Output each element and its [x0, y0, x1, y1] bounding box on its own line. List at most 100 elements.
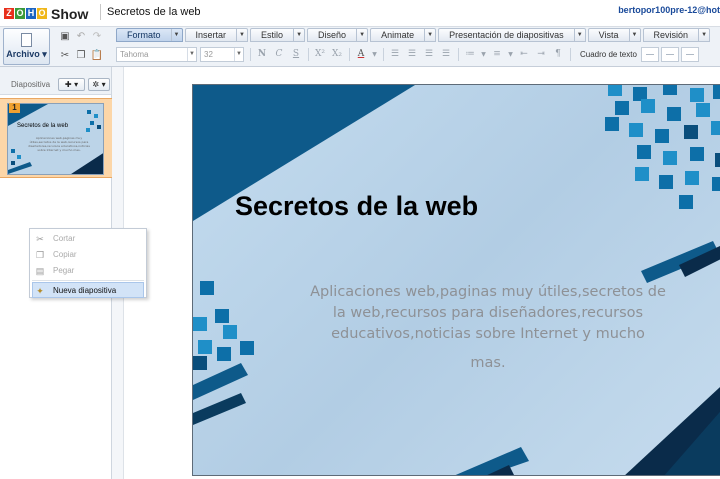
- slide-title[interactable]: Secretos de la web: [235, 191, 478, 222]
- tab-diseno[interactable]: Diseño ▼: [307, 28, 369, 42]
- logo-letter: H: [26, 8, 36, 19]
- redo-icon[interactable]: ↷: [90, 30, 104, 44]
- tab-label: Formato: [127, 30, 161, 40]
- logo-letter: Z: [4, 8, 14, 19]
- align-justify-icon[interactable]: ☰: [438, 47, 454, 62]
- divider: [250, 48, 251, 61]
- menu-item-nueva-diapositiva[interactable]: ✦ Nueva diapositiva: [32, 282, 144, 298]
- copy-icon[interactable]: ❐: [74, 49, 88, 63]
- slide-thumbnail-selected[interactable]: 1 Secretos de la web Aplicaciones web,pa…: [0, 98, 112, 178]
- font-size-select[interactable]: 32 ▼: [200, 47, 244, 62]
- divider: [570, 48, 571, 61]
- slide-canvas-area: Secretos de la web Aplicaciones web,pagi…: [125, 67, 720, 479]
- text-box-style-3[interactable]: [680, 47, 699, 62]
- divider: [458, 48, 459, 61]
- scissors-icon[interactable]: ✂: [58, 49, 72, 63]
- menu-item-copiar[interactable]: ❐ Copiar: [30, 247, 146, 263]
- slide-subtitle-line: educativos,noticias sobre Internet y muc…: [331, 326, 645, 342]
- save-icon[interactable]: ▣: [58, 30, 72, 44]
- indent-icon[interactable]: ⇥: [533, 47, 549, 62]
- copy-icon: ❐: [35, 250, 45, 260]
- format-bar: Tahoma ▼ 32 ▼ N C S X² X₂ A ▼ ☰ ☰ ☰ ☰ ≔ ▼ …: [116, 46, 701, 63]
- font-size-value: 32: [204, 50, 213, 59]
- scissors-icon: ✂: [36, 234, 44, 244]
- menu-item-label: Nueva diapositiva: [53, 286, 117, 295]
- text-box-style-2[interactable]: [660, 47, 679, 62]
- tab-label: Revisión: [653, 30, 689, 40]
- bold-button[interactable]: N: [254, 47, 270, 62]
- zoho-show-logo[interactable]: Z O H O Show: [4, 5, 88, 22]
- align-left-icon[interactable]: ☰: [387, 47, 403, 62]
- plus-icon: ✚: [64, 80, 72, 89]
- chevron-down-icon[interactable]: ▼: [170, 29, 182, 41]
- chevron-down-icon[interactable]: ▼: [293, 29, 304, 41]
- gear-icon: ✲: [92, 80, 100, 89]
- chevron-down-icon[interactable]: ▼: [573, 29, 585, 41]
- slide-number: 1: [9, 103, 20, 113]
- tab-vista[interactable]: Vista ▼: [587, 28, 641, 42]
- tab-label: Estilo: [261, 30, 284, 40]
- numbered-list-icon[interactable]: ≡: [489, 47, 505, 62]
- logo-letter: O: [37, 8, 47, 19]
- slide-thumbnail[interactable]: Secretos de la web Aplicaciones web,pagi…: [7, 103, 104, 175]
- paste-icon[interactable]: 📋: [90, 49, 104, 63]
- chevron-down-icon[interactable]: ▼: [698, 29, 709, 41]
- tab-revision[interactable]: Revisión ▼: [642, 28, 711, 42]
- app-header: Z O H O Show Secretos de la web bertopor…: [0, 0, 720, 27]
- document-icon: [21, 33, 32, 47]
- tab-label: Animate: [381, 30, 415, 40]
- slides-panel-label: Diapositiva: [11, 80, 51, 89]
- slide-subtitle[interactable]: Aplicaciones web,paginas muy útiles,secr…: [307, 282, 669, 374]
- tab-insertar[interactable]: Insertar ▼: [184, 28, 249, 42]
- superscript-button[interactable]: X²: [312, 47, 328, 62]
- menu-item-cortar[interactable]: ✂ Cortar: [30, 231, 146, 247]
- font-family-select[interactable]: Tahoma ▼: [116, 47, 197, 62]
- divider: [383, 48, 384, 61]
- align-center-icon[interactable]: ☰: [404, 47, 420, 62]
- menu-item-pegar[interactable]: ▤ Pegar: [30, 263, 146, 279]
- menu-item-label: Cortar: [53, 234, 76, 243]
- chevron-down-icon[interactable]: ▼: [506, 47, 515, 62]
- tab-presentacion[interactable]: Presentación de diapositivas ▼: [438, 28, 586, 42]
- menu-item-label: Copiar: [53, 250, 77, 259]
- tab-estilo[interactable]: Estilo ▼: [250, 28, 306, 42]
- menu-item-label: Pegar: [53, 266, 75, 275]
- main-toolbar: Archivo ▾ ▣ ↶ ↷ ✂ ❐ 📋 Formato ▼ Insertar ▼…: [0, 27, 720, 67]
- menu-divider: [32, 280, 144, 281]
- slide-settings-button[interactable]: ✲ ▾: [88, 78, 110, 91]
- bullet-list-icon[interactable]: ≔: [462, 47, 478, 62]
- archivo-menu-button[interactable]: Archivo ▾: [3, 28, 50, 65]
- chevron-down-icon: ▼: [187, 48, 196, 61]
- document-title[interactable]: Secretos de la web: [100, 4, 201, 20]
- undo-icon[interactable]: ↶: [74, 30, 88, 44]
- add-slide-button[interactable]: ✚ ▾: [58, 78, 85, 91]
- outdent-icon[interactable]: ⇤: [516, 47, 532, 62]
- tab-label: Diseño: [318, 30, 347, 40]
- product-name: Show: [51, 5, 89, 22]
- subscript-button[interactable]: X₂: [329, 47, 345, 62]
- slide-canvas[interactable]: Secretos de la web Aplicaciones web,pagi…: [192, 84, 720, 476]
- tab-label: Vista: [598, 30, 619, 40]
- chevron-down-icon[interactable]: ▼: [356, 29, 367, 41]
- new-slide-icon: ✦: [36, 286, 44, 296]
- align-right-icon[interactable]: ☰: [421, 47, 437, 62]
- tab-animate[interactable]: Animate ▼: [370, 28, 437, 42]
- font-color-button[interactable]: A: [353, 47, 369, 62]
- underline-button[interactable]: S: [288, 47, 304, 62]
- slides-panel-header: Diapositiva ✚ ▾ ✲ ▾: [0, 67, 111, 95]
- chevron-down-icon[interactable]: ▼: [236, 29, 247, 41]
- tab-formato[interactable]: Formato ▼: [116, 28, 183, 42]
- user-account[interactable]: bertopor100pre-12@hotm: [618, 5, 720, 15]
- chevron-down-icon[interactable]: ▼: [370, 47, 379, 62]
- chevron-down-icon[interactable]: ▼: [479, 47, 488, 62]
- divider: [349, 48, 350, 61]
- logo-letter: O: [15, 8, 25, 19]
- chevron-down-icon: ▾: [42, 49, 47, 59]
- chevron-down-icon[interactable]: ▼: [628, 29, 640, 41]
- archivo-label: Archivo: [6, 49, 40, 59]
- paragraph-icon[interactable]: ¶: [550, 47, 566, 62]
- text-box-label: Cuadro de texto: [580, 50, 637, 59]
- italic-button[interactable]: C: [271, 47, 287, 62]
- text-box-style-1[interactable]: [640, 47, 659, 62]
- chevron-down-icon[interactable]: ▼: [424, 29, 435, 41]
